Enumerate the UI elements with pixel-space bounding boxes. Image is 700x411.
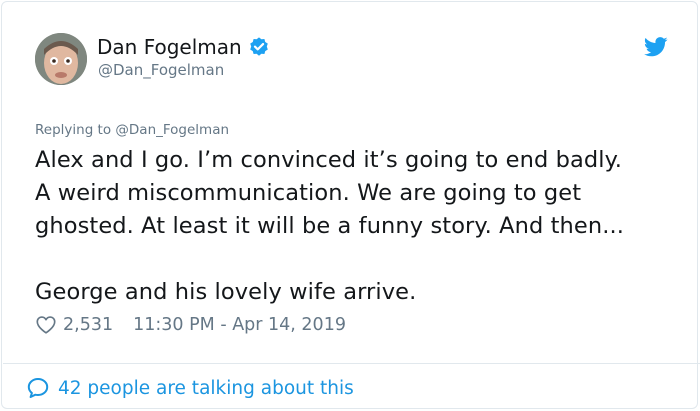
replying-to-label: Replying to xyxy=(35,122,112,138)
tweet-meta: 2,531 11:30 PM - Apr 14, 2019 xyxy=(35,312,346,338)
talking-text[interactable]: 42 people are talking about this xyxy=(58,378,354,399)
replying-to: Replying to @Dan_Fogelman xyxy=(35,122,229,138)
twitter-bird-icon[interactable] xyxy=(644,37,668,57)
speech-bubble-icon xyxy=(27,378,49,398)
tweet-text: Alex and I go. I’m convinced it’s going … xyxy=(35,144,675,309)
heart-icon[interactable] xyxy=(35,314,57,336)
like-count[interactable]: 2,531 xyxy=(63,315,113,335)
talking-link[interactable]: 42 people are talking about this xyxy=(26,374,354,402)
author-name-text[interactable]: Dan Fogelman xyxy=(97,35,242,59)
divider xyxy=(3,363,700,364)
verified-badge-icon xyxy=(249,37,268,56)
author-name[interactable]: Dan Fogelman xyxy=(97,35,270,59)
tweet-timestamp[interactable]: 11:30 PM - Apr 14, 2019 xyxy=(133,315,346,335)
replying-to-handle[interactable]: @Dan_Fogelman xyxy=(115,122,229,138)
tweet-text-line: ghosted. At least it will be a funny sto… xyxy=(35,213,624,239)
tweet-card: Dan Fogelman @Dan_Fogelman Replying to @… xyxy=(1,1,700,409)
avatar[interactable] xyxy=(35,33,87,85)
tweet-text-line: Alex and I go. I’m convinced it’s going … xyxy=(35,147,623,173)
avatar-image xyxy=(35,33,87,85)
tweet-text-line: A weird miscommunication. We are going t… xyxy=(35,180,582,206)
author-handle[interactable]: @Dan_Fogelman xyxy=(98,61,224,79)
tweet-text-line: George and his lovely wife arrive. xyxy=(35,279,417,305)
